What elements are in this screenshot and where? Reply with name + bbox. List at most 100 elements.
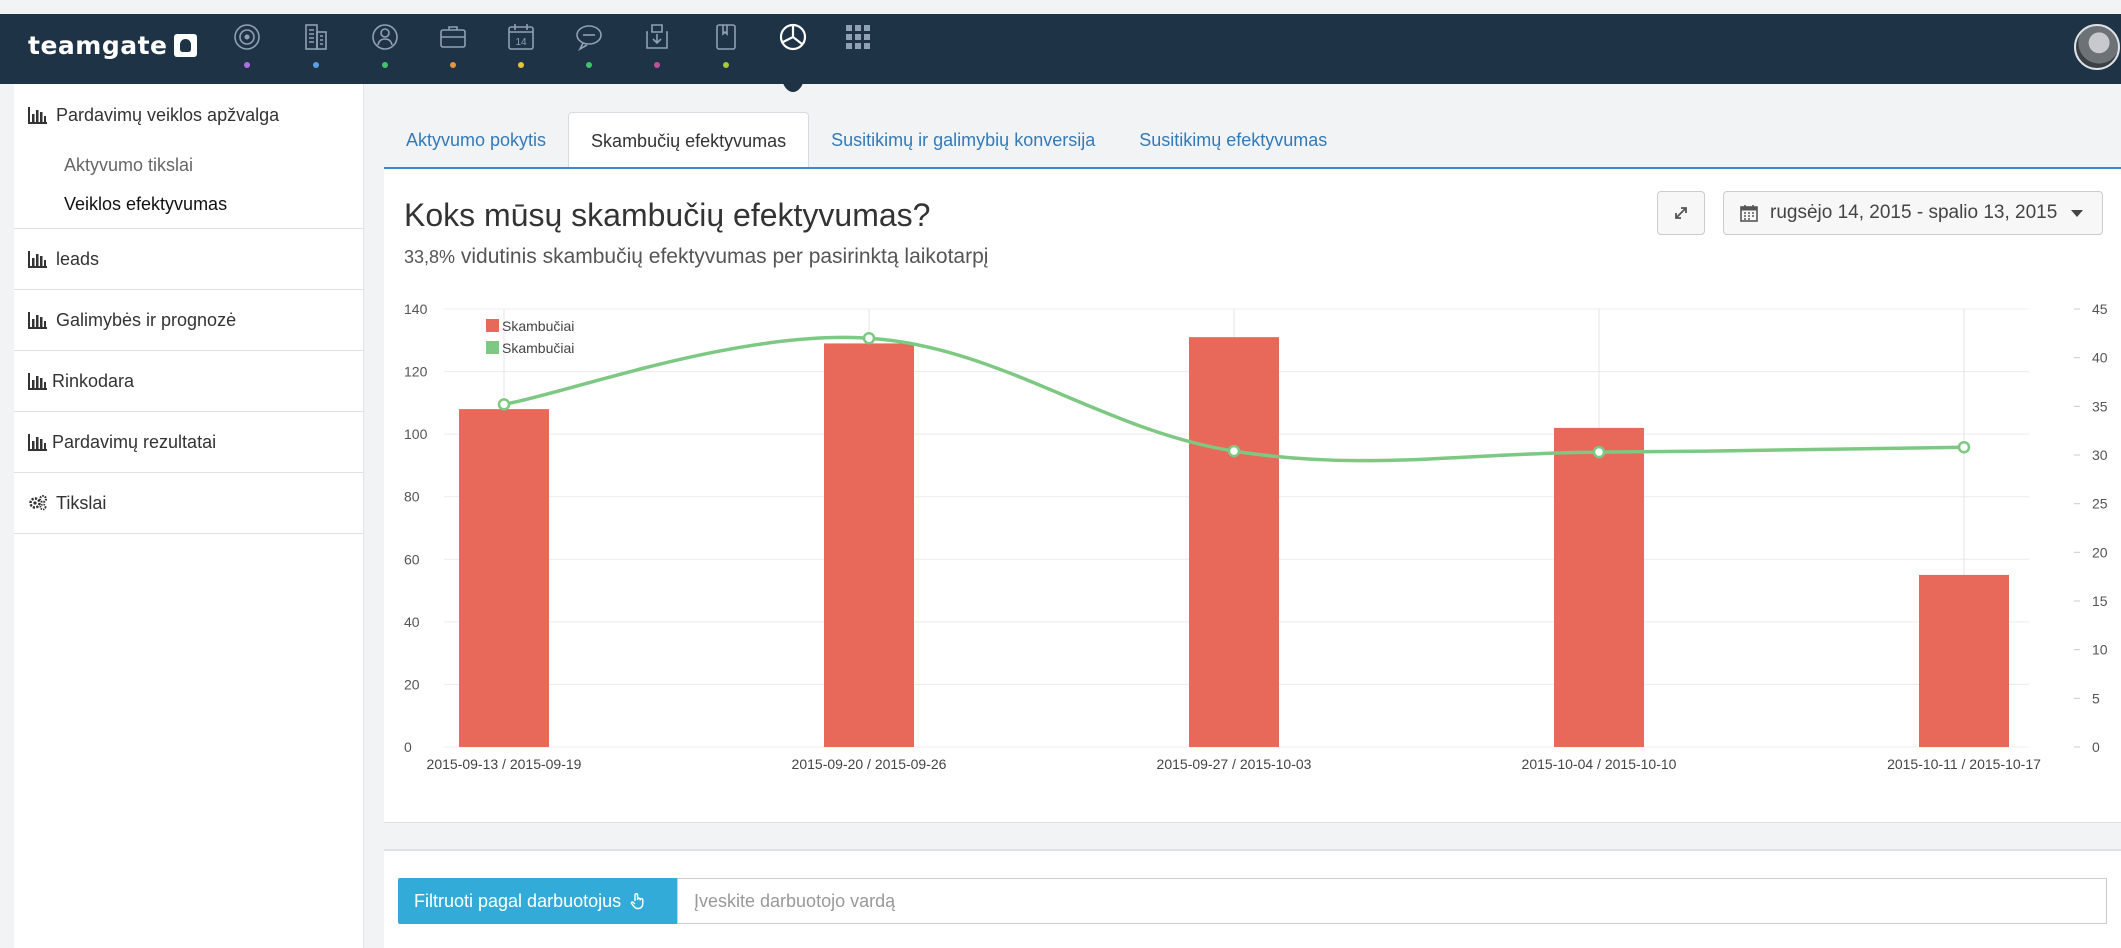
calendar-icon [1740,205,1758,222]
nav-item-apps-grid[interactable] [837,22,879,78]
sidebar-section-leads: leads [14,229,363,290]
y-right-tick-label: 20 [2092,544,2108,560]
building-icon [305,24,327,50]
target-icon [234,24,260,50]
nav-item-briefcase[interactable] [432,22,474,78]
nav-item-chat[interactable] [568,22,610,78]
inbox-icon [646,24,668,49]
nav-status-dot [313,62,319,68]
y-right-tick-label: 40 [2092,350,2108,366]
y-right-tick-label: 0 [2092,739,2100,755]
nav-status-dot [450,62,456,68]
bar-chart-icon [28,312,47,329]
calendar-icon: 14 [508,24,534,50]
sidebar-item-label: Pardavimų veiklos apžvalga [56,104,280,125]
sidebar-section-goals: Tikslai [14,473,363,534]
nav-item-building[interactable] [295,22,337,78]
brand-logo-mark [173,33,197,57]
panel-subtitle: 33,8% vidutinis skambučių efektyvumas pe… [404,245,988,269]
sidebar-item-label: leads [56,248,100,269]
date-range-picker[interactable]: rugsėjo 14, 2015 - spalio 13, 2015 [1723,191,2103,235]
sidebar-subitem-performance[interactable]: Veiklos efektyvumas [14,185,363,224]
y-right-tick-label: 35 [2092,398,2108,414]
legend-label: Skambučiai [502,318,574,334]
sidebar-section-marketing: Rinkodara [14,351,363,412]
report-tabs: Aktyvumo pokytis Skambučių efektyvumas S… [384,112,1349,169]
tab-meeting-conversion[interactable]: Susitikimų ir galimybių konversija [809,112,1117,168]
sidebar-item-leads[interactable]: leads [14,229,363,289]
y-right-tick-label: 45 [2092,301,2108,317]
document-icon [716,24,736,50]
bar [824,343,914,747]
x-tick-label: 2015-09-13 / 2015-09-19 [427,756,582,772]
sidebar-item-label: Rinkodara [52,370,135,391]
sidebar-subitem-activity-goals[interactable]: Aktyvumo tikslai [14,146,363,185]
line-point [1227,444,1241,458]
employee-search-input[interactable] [677,878,2107,924]
briefcase-icon [440,26,466,48]
subtitle-text: vidutinis skambučių efektyvumas per pasi… [455,245,989,268]
filter-by-employees-button[interactable]: Filtruoti pagal darbuotojus [398,878,677,924]
tab-meeting-efficiency[interactable]: Susitikimų efektyvumas [1117,112,1349,168]
line-point [1957,440,1971,454]
expand-button[interactable] [1657,191,1705,235]
bar [459,409,549,747]
bar-chart-icon [28,373,47,390]
bar-chart-icon [28,251,47,268]
x-tick-label: 2015-10-11 / 2015-10-17 [1887,756,2041,772]
y-left-tick-label: 100 [404,426,428,442]
filter-panel: Filtruoti pagal darbuotojus [384,849,2121,948]
y-left-tick-label: 20 [404,676,420,692]
nav-status-dot [518,62,524,68]
bar-chart-icon [28,434,47,451]
brand-logo[interactable]: teamgate [28,30,197,60]
chevron-down-icon [2071,209,2084,217]
line-point [1592,445,1606,459]
x-tick-label: 2015-09-27 / 2015-10-03 [1157,756,1312,772]
sidebar-item-opportunities[interactable]: Galimybės ir prognozė [14,290,363,350]
sidebar-item-goals[interactable]: Tikslai [14,473,363,533]
x-tick-label: 2015-09-20 / 2015-09-26 [792,756,947,772]
expand-icon [1675,207,1687,219]
person-icon [372,24,398,50]
sidebar-item-label: Pardavimų rezultatai [52,431,217,452]
filter-button-label: Filtruoti pagal darbuotojus [414,890,622,911]
sidebar-item-marketing[interactable]: Rinkodara [14,351,363,411]
tab-activity-change[interactable]: Aktyvumo pokytis [384,112,568,168]
nav-item-document[interactable] [705,22,747,78]
legend-swatch [486,319,499,332]
y-left-tick-label: 60 [404,551,420,567]
nav-item-chart-pie[interactable] [772,22,814,78]
y-left-tick-label: 40 [404,614,420,630]
nav-status-dot [382,62,388,68]
nav-item-inbox[interactable] [636,22,678,78]
y-right-tick-label: 10 [2092,642,2108,658]
brand-name: teamgate [28,30,168,60]
legend-label: Skambučiai [502,340,574,356]
bar [1919,574,2009,747]
chart-pie-icon [779,23,807,51]
sidebar-item-overview[interactable]: Pardavimų veiklos apžvalga [14,84,363,146]
line-point [862,331,876,345]
y-left-tick-label: 0 [404,739,412,755]
nav-status-dot [244,62,250,68]
sidebar-item-sales-results[interactable]: Pardavimų rezultatai [14,412,363,472]
y-left-tick-label: 140 [404,301,428,317]
nav-item-calendar[interactable]: 14 [500,22,542,78]
nav-item-person[interactable] [364,22,406,78]
sidebar-section-opportunities: Galimybės ir prognozė [14,290,363,351]
user-avatar[interactable] [2074,24,2120,70]
y-left-tick-label: 80 [404,489,420,505]
nav-item-target[interactable] [226,22,268,78]
top-navbar: teamgate 14 [0,14,2121,84]
nav-status-dot [654,62,660,68]
bar [1189,337,1279,747]
tab-call-efficiency[interactable]: Skambučių efektyvumas [568,112,810,169]
bar [1554,427,1644,747]
chat-icon [576,25,602,52]
sidebar-section-sales-results: Pardavimų rezultatai [14,412,363,473]
apps-grid-icon [846,25,870,49]
line-point [497,398,511,411]
y-right-tick-label: 15 [2092,593,2108,609]
sidebar-item-label: Galimybės ir prognozė [56,309,237,330]
